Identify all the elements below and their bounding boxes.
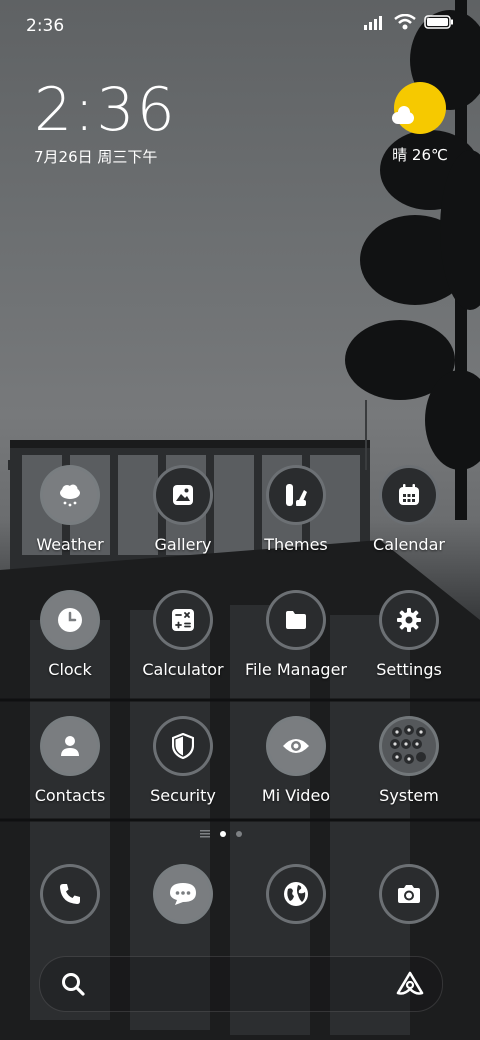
calendar-icon — [379, 465, 439, 525]
sunny-icon — [392, 82, 446, 134]
app-label: Mi Video — [261, 786, 331, 805]
camera-icon — [379, 864, 439, 924]
status-bar: 2:36 — [0, 0, 480, 50]
widget-date: 7月26日 周三下午 — [34, 148, 158, 166]
messages-icon — [153, 864, 213, 924]
page-dot[interactable] — [236, 831, 242, 837]
app-contacts[interactable]: Contacts — [15, 716, 125, 805]
shield-icon — [153, 716, 213, 776]
page-dot-active[interactable] — [220, 831, 226, 837]
app-settings[interactable]: Settings — [354, 590, 464, 679]
app-security[interactable]: Security — [128, 716, 238, 805]
app-drawer-icon[interactable] — [200, 830, 210, 838]
battery-icon — [424, 15, 453, 29]
dock-browser[interactable] — [241, 864, 351, 924]
search-bar[interactable] — [39, 956, 443, 1012]
app-calendar[interactable]: Calendar — [354, 465, 464, 554]
eye-icon — [266, 716, 326, 776]
app-label: Calendar — [373, 535, 445, 554]
dock-messages[interactable] — [128, 864, 238, 924]
person-icon — [40, 716, 100, 776]
assistant-icon[interactable] — [396, 971, 424, 997]
app-label: File Manager — [245, 660, 347, 679]
app-label: System — [379, 786, 439, 805]
clock-icon — [40, 590, 100, 650]
app-label: Calculator — [142, 660, 224, 679]
app-themes[interactable]: Themes — [241, 465, 351, 554]
wifi-icon — [394, 14, 416, 30]
app-label: Settings — [376, 660, 442, 679]
calculator-icon — [153, 590, 213, 650]
folder-grid-icon — [379, 716, 439, 776]
status-time: 2:36 — [26, 16, 65, 36]
phone-icon — [40, 864, 100, 924]
themes-icon — [266, 465, 326, 525]
signal-icon — [364, 16, 382, 30]
app-label: Gallery — [154, 535, 212, 554]
dock-phone[interactable] — [15, 864, 125, 924]
gear-icon — [379, 590, 439, 650]
app-label: Security — [150, 786, 216, 805]
app-label: Weather — [36, 535, 104, 554]
app-file-manager[interactable]: File Manager — [241, 590, 351, 679]
app-label: Clock — [48, 660, 92, 679]
widget-time: 2:36 — [34, 75, 177, 145]
browser-globe-icon — [266, 864, 326, 924]
weather-temperature: 26℃ — [411, 146, 448, 164]
app-mi-video[interactable]: Mi Video — [241, 716, 351, 805]
weather-icon — [40, 465, 100, 525]
app-weather[interactable]: Weather — [15, 465, 125, 554]
gallery-icon — [153, 465, 213, 525]
app-label: Contacts — [34, 786, 106, 805]
dock-camera[interactable] — [354, 864, 464, 924]
app-label: Themes — [264, 535, 328, 554]
folder-icon — [266, 590, 326, 650]
app-calculator[interactable]: Calculator — [128, 590, 238, 679]
app-folder-system[interactable]: System — [354, 716, 464, 805]
weather-widget[interactable]: 晴 26℃ — [388, 82, 452, 165]
page-indicator — [200, 830, 242, 838]
weather-condition: 晴 — [392, 146, 408, 164]
search-icon[interactable] — [60, 971, 86, 997]
app-clock[interactable]: Clock — [15, 590, 125, 679]
app-gallery[interactable]: Gallery — [128, 465, 238, 554]
clock-widget[interactable]: 2:36 7月26日 周三下午 — [34, 78, 177, 167]
